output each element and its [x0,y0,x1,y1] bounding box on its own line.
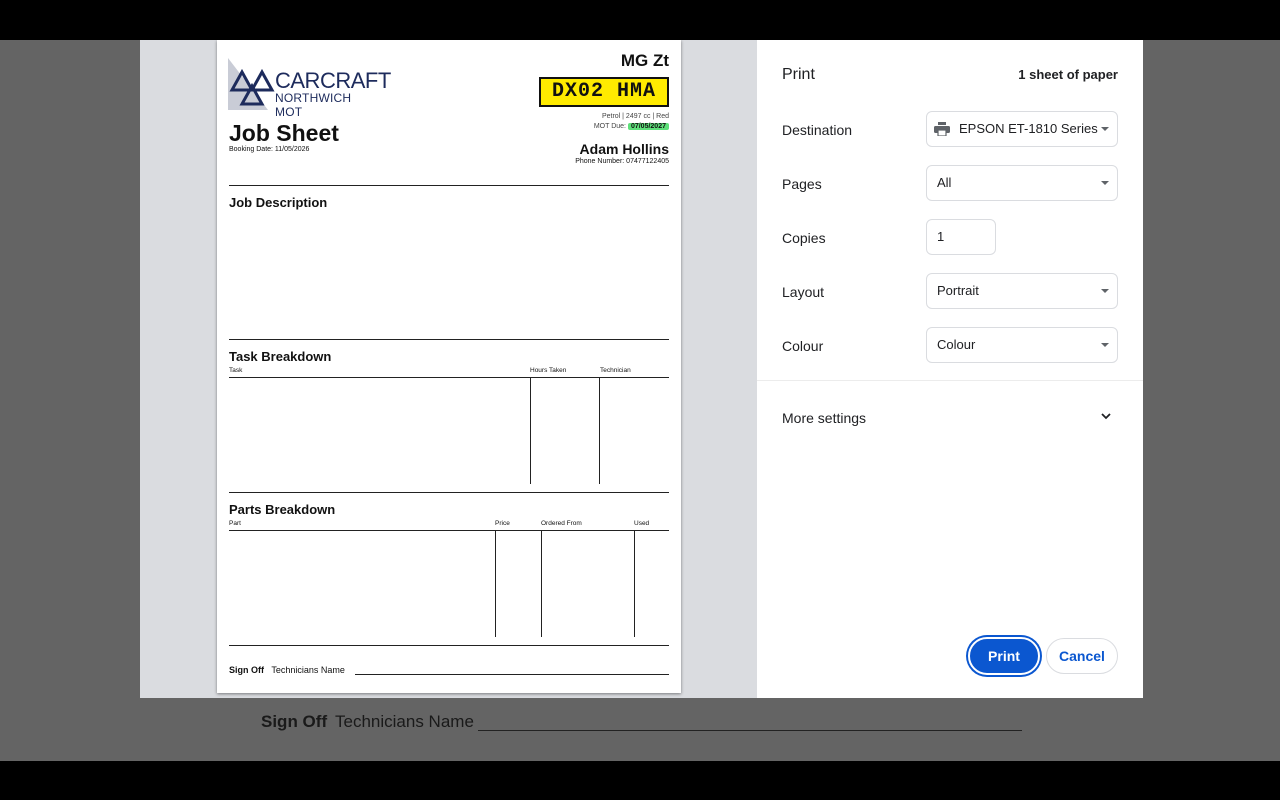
chevron-down-icon [1101,127,1109,131]
pages-select[interactable]: All [926,165,1118,201]
car-details: Petrol | 2497 cc | Red [601,113,669,120]
task-column-divider [599,378,600,484]
pages-value: All [937,175,952,190]
background-signature-line [478,730,1022,731]
print-settings-panel: Print 1 sheet of paper Destination EPSON… [757,40,1143,698]
signoff-label: Sign Off [229,665,264,675]
colour-value: Colour [937,337,976,352]
chevron-down-icon [1101,181,1109,185]
parts-col-price: Price [495,520,510,527]
job-description-divider [229,339,669,340]
print-preview-area[interactable]: CARCRAFT NORTHWICH MOT Job Sheet Booking… [140,40,757,698]
technicians-name-label: Technicians Name [271,665,345,675]
parts-breakdown-title: Parts Breakdown [229,502,336,517]
print-dialog: CARCRAFT NORTHWICH MOT Job Sheet Booking… [140,40,1143,698]
task-header-line [229,377,669,378]
destination-value: EPSON ET-1810 Series [959,121,1098,136]
task-col-task: Task [229,367,243,374]
task-col-technician: Technician [600,367,631,374]
header-divider [229,185,669,186]
background-signoff: Sign Off Technicians Name [261,711,1031,735]
customer-phone: Phone Number: 07477122405 [575,158,669,165]
document-title: Job Sheet [229,120,339,146]
signoff: Sign Off Technicians Name [229,665,345,675]
destination-label: Destination [782,122,853,138]
cancel-button[interactable]: Cancel [1046,638,1118,674]
settings-divider [757,380,1143,381]
background-signoff-label: Sign Off [261,712,328,731]
parts-breakdown-divider [229,645,669,646]
colour-select[interactable]: Colour [926,327,1118,363]
task-col-hours: Hours Taken [530,367,567,374]
printer-icon [934,122,950,136]
background-technicians-label: Technicians Name [335,712,474,731]
layout-select[interactable]: Portrait [926,273,1118,309]
copies-input[interactable]: 1 [926,219,996,255]
car-model: MG Zt [620,51,669,70]
parts-column-divider [634,531,635,637]
task-breakdown-divider [229,492,669,493]
mot-triangle-logo [228,58,275,110]
parts-header-line [229,530,669,531]
parts-column-divider [541,531,542,637]
parts-col-part: Part [229,520,241,527]
chevron-down-icon [1101,289,1109,293]
task-breakdown-title: Task Breakdown [229,349,332,364]
more-settings-toggle[interactable]: More settings [782,410,866,426]
chevron-down-icon [1101,343,1109,347]
colour-label: Colour [782,338,824,354]
parts-col-ordered-from: Ordered From [541,520,582,527]
mot-due: MOT Due: 07/05/2027 [594,123,669,130]
parts-column-divider [495,531,496,637]
task-column-divider [530,378,531,484]
pages-label: Pages [782,176,822,192]
print-title: Print [782,66,815,83]
print-button[interactable]: Print [968,637,1040,675]
mot-due-label: MOT Due: [593,123,626,130]
number-plate: DX02 HMA [539,77,669,107]
job-description-title: Job Description [229,195,328,210]
mot-due-date: 07/05/2027 [627,123,669,130]
chevron-down-icon[interactable] [1099,409,1113,423]
company-logo: CARCRAFT NORTHWICH MOT [228,58,391,119]
parts-col-used: Used [634,520,650,527]
booking-date: Booking Date: 11/05/2026 [229,146,310,153]
layout-label: Layout [782,284,825,300]
sheet-count: 1 sheet of paper [1018,67,1118,82]
copies-label: Copies [782,230,826,246]
layout-value: Portrait [937,283,979,298]
preview-page: CARCRAFT NORTHWICH MOT Job Sheet Booking… [217,40,681,693]
destination-select[interactable]: EPSON ET-1810 Series [926,111,1118,147]
customer-name: Adam Hollins [579,141,669,157]
logo-subtitle: NORTHWICH MOT [275,91,352,119]
signature-line [355,674,669,675]
